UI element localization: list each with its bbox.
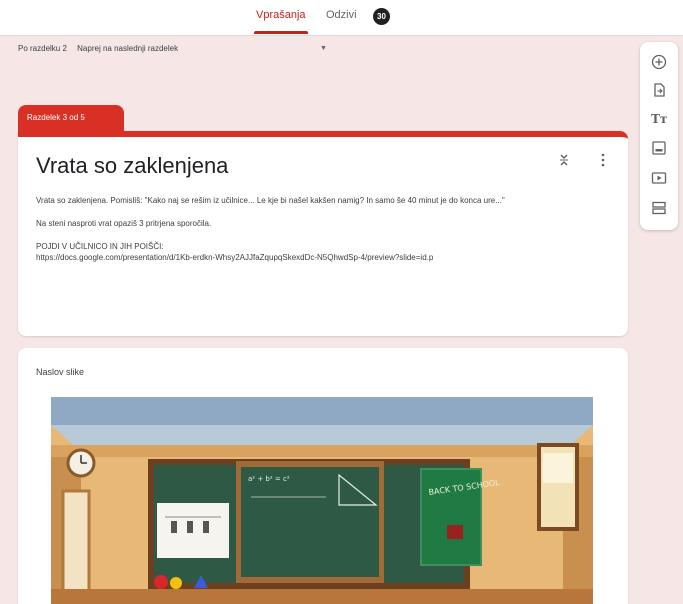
add-video-icon[interactable] — [651, 170, 667, 186]
floating-toolbar: Tт — [640, 42, 678, 230]
tab-responses[interactable]: Odzivi — [326, 9, 357, 21]
import-questions-icon[interactable] — [651, 82, 667, 98]
section-description[interactable]: Vrata so zaklenjena. Pomisliš: "Kako naj… — [36, 195, 611, 275]
add-title-icon[interactable]: Tт — [651, 111, 667, 127]
collapse-icon[interactable] — [558, 153, 570, 167]
description-paragraph: Na steni nasproti vrat opaziš 3 pritrjen… — [36, 219, 212, 228]
after-section-dropdown[interactable]: Po razdelku 2 Naprej na naslednji razdel… — [18, 44, 327, 53]
image-item-card[interactable]: Naslov slike a² + b² = c² BACK TO SCHOOL — [18, 348, 628, 604]
board-formula: a² + b² = c² — [248, 475, 290, 483]
image-title[interactable]: Naslov slike — [36, 367, 84, 377]
top-navigation: Vprašanja Odzivi 30 — [0, 0, 683, 36]
description-paragraph: Vrata so zaklenjena. Pomisliš: "Kako naj… — [36, 196, 505, 205]
add-question-icon[interactable] — [651, 54, 667, 70]
section-header-card[interactable]: Vrata so zaklenjena Vrata so zaklenjena.… — [18, 131, 628, 336]
after-section-value[interactable]: Naprej na naslednji razdelek — [77, 44, 178, 53]
add-section-icon[interactable] — [651, 200, 667, 216]
add-image-icon[interactable] — [651, 140, 667, 156]
responses-count-badge: 30 — [373, 8, 390, 25]
classroom-image: a² + b² = c² BACK TO SCHOOL — [51, 397, 593, 604]
section-indicator: Razdelek 3 od 5 — [18, 105, 124, 131]
after-section-label: Po razdelku 2 — [18, 44, 67, 53]
tab-questions[interactable]: Vprašanja — [254, 9, 308, 34]
more-options-icon[interactable] — [600, 153, 606, 167]
description-link: POJDI V UČILNICO IN JIH POIŠČI: https://… — [36, 242, 434, 262]
section-title[interactable]: Vrata so zaklenjena — [36, 153, 228, 179]
dropdown-caret-icon[interactable]: ▼ — [320, 45, 327, 52]
